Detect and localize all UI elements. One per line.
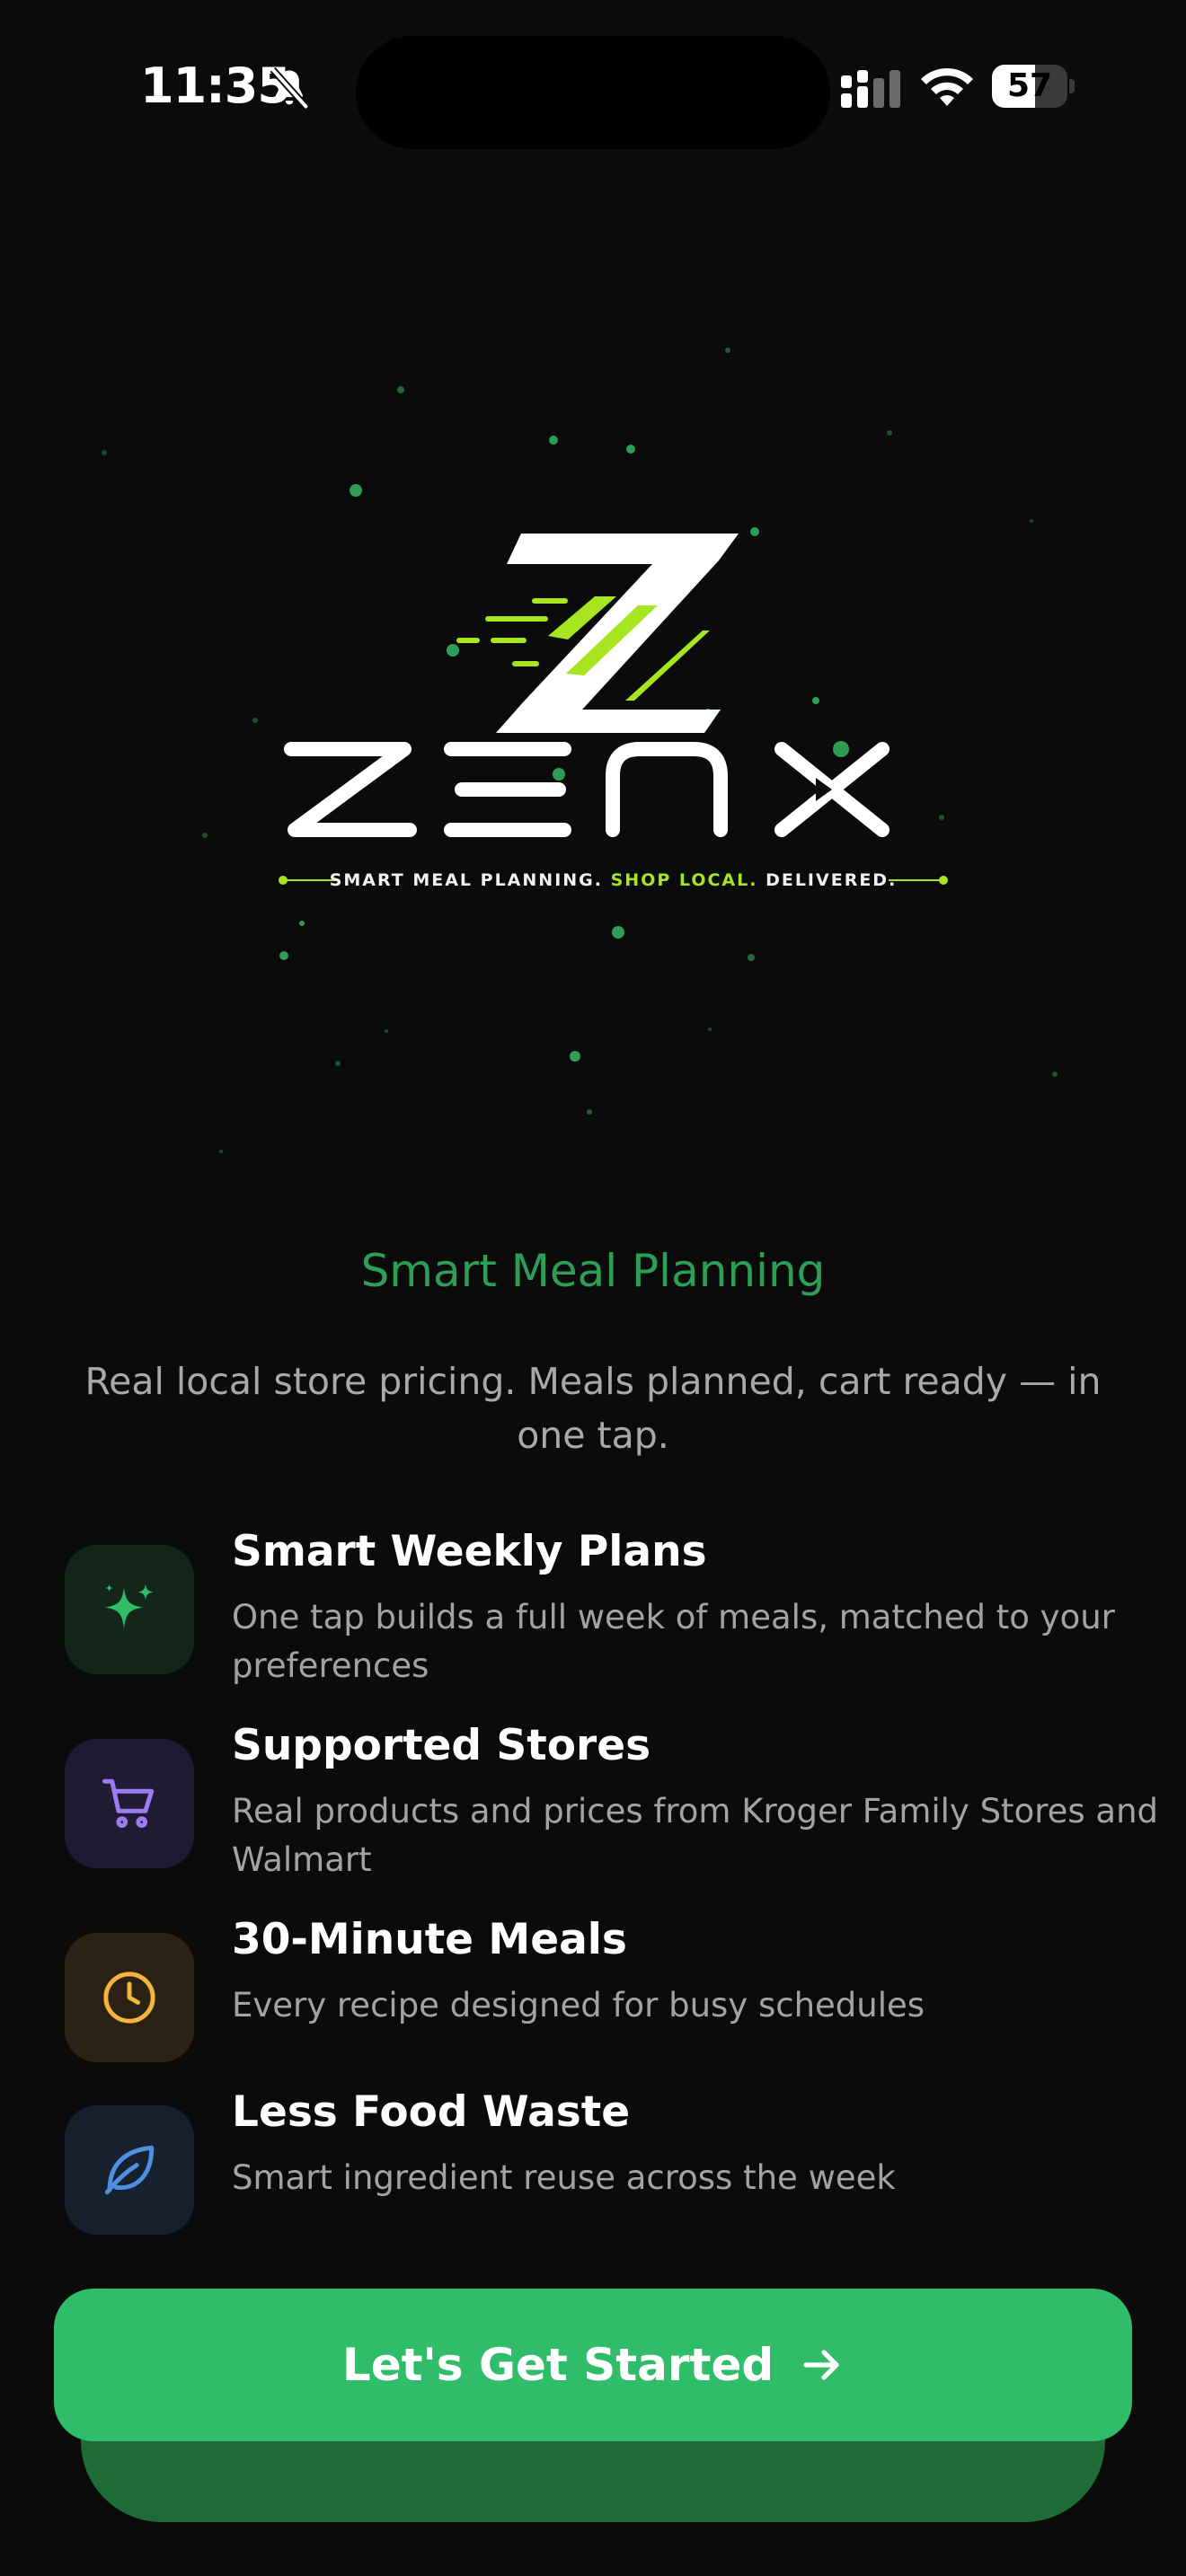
feature-description: Smart ingredient reuse across the week	[232, 2158, 896, 2197]
shopping-cart-icon	[102, 1778, 155, 1828]
feature-icon-tile	[65, 1739, 194, 1868]
page-title: Smart Meal Planning	[360, 1245, 826, 1297]
dynamic-island	[356, 36, 830, 149]
sparkles-icon	[105, 1584, 154, 1628]
clock-icon	[103, 1972, 155, 2024]
signal-icon	[841, 70, 900, 108]
battery-percent: 57	[1006, 67, 1053, 104]
logo-tagline: SMART MEAL PLANNING. SHOP LOCAL. DELIVER…	[279, 862, 948, 898]
battery-icon: 57	[992, 65, 1075, 108]
feature-title: Supported Stores	[232, 1721, 651, 1770]
tagline-dot-right	[939, 876, 948, 885]
logo-z-mark	[456, 534, 739, 733]
get-started-label: Let's Get Started	[341, 2339, 774, 2391]
feature-description: One tap builds a full week of meals, mat…	[232, 1598, 1115, 1685]
get-started-button[interactable]: Let's Get Started	[54, 2289, 1132, 2441]
feature-description: Real products and prices from Kroger Fam…	[232, 1792, 1159, 1879]
battery-cap	[1069, 79, 1075, 93]
tagline-part-3: DELIVERED.	[766, 870, 898, 890]
leaf-icon	[104, 2145, 155, 2195]
feature-title: Less Food Waste	[232, 2087, 631, 2137]
tagline-line-right	[889, 879, 943, 881]
feature-icon-tile	[65, 1933, 194, 2062]
feature-title: Smart Weekly Plans	[232, 1527, 707, 1576]
wifi-icon	[921, 67, 973, 106]
tagline-part-1: SMART MEAL PLANNING.	[329, 870, 603, 890]
logo-hero: SMART MEAL PLANNING. SHOP LOCAL. DELIVER…	[0, 305, 1186, 1168]
logo-wordmark	[284, 742, 890, 837]
page-subtitle: Real local store pricing. Meals planned,…	[84, 1360, 1102, 1457]
battery-body: 57	[992, 65, 1067, 108]
feature-icon-tile	[65, 1545, 194, 1674]
feature-icon-tile	[65, 2105, 194, 2235]
tagline-text: SMART MEAL PLANNING. SHOP LOCAL. DELIVER…	[279, 862, 948, 898]
onboarding-screen: 11:35 57 SMART MEAL PLANNING. SHOP LOCAL…	[0, 0, 1186, 2576]
bell-slash-icon	[270, 66, 309, 110]
arrow-right-icon	[803, 2350, 839, 2380]
feature-description: Every recipe designed for busy schedules	[232, 1986, 925, 2025]
feature-title: 30-Minute Meals	[232, 1915, 627, 1964]
tagline-part-2: SHOP LOCAL.	[610, 870, 758, 890]
